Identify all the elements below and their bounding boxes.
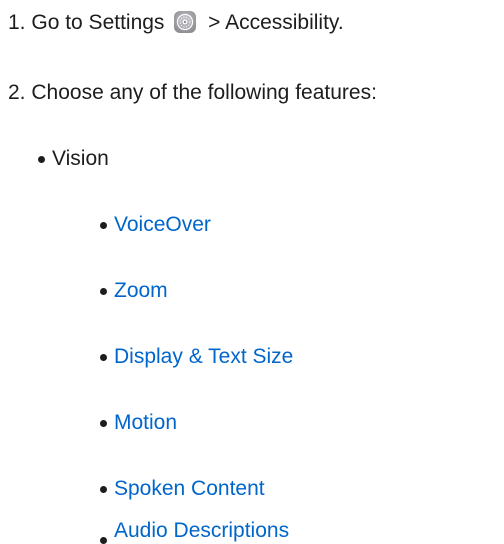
step-number: 1. xyxy=(8,11,26,34)
list-item: Display & Text Size xyxy=(114,344,293,370)
list-bullet xyxy=(100,354,107,361)
list-item: Spoken Content xyxy=(114,476,265,502)
step-2: 2. Choose any of the following features: xyxy=(8,80,377,106)
list-bullet xyxy=(100,486,107,493)
list-bullet xyxy=(100,420,107,427)
list-bullet xyxy=(38,156,45,163)
step-text: Choose any of the following features: xyxy=(31,81,377,104)
step-text-suffix: > Accessibility. xyxy=(208,11,344,34)
step-number: 2. xyxy=(8,81,26,104)
settings-gear-icon xyxy=(174,11,197,33)
list-item: VoiceOver xyxy=(114,212,211,238)
category-label: Vision xyxy=(52,147,109,170)
category-vision: Vision xyxy=(52,146,109,172)
list-item: Zoom xyxy=(114,278,168,304)
zoom-link[interactable]: Zoom xyxy=(114,279,168,302)
audio-descriptions-link[interactable]: Audio Descriptions xyxy=(114,519,289,542)
list-bullet xyxy=(100,288,107,295)
spoken-content-link[interactable]: Spoken Content xyxy=(114,477,265,500)
motion-link[interactable]: Motion xyxy=(114,411,177,434)
step-text-prefix: Go to Settings xyxy=(31,11,165,34)
list-item: Audio Descriptions xyxy=(114,518,289,544)
voiceover-link[interactable]: VoiceOver xyxy=(114,213,211,236)
list-item: Motion xyxy=(114,410,177,436)
list-bullet xyxy=(100,222,107,229)
list-bullet xyxy=(100,537,107,544)
step-1: 1. Go to Settings > Accessibility. xyxy=(8,10,344,36)
display-text-size-link[interactable]: Display & Text Size xyxy=(114,345,293,368)
